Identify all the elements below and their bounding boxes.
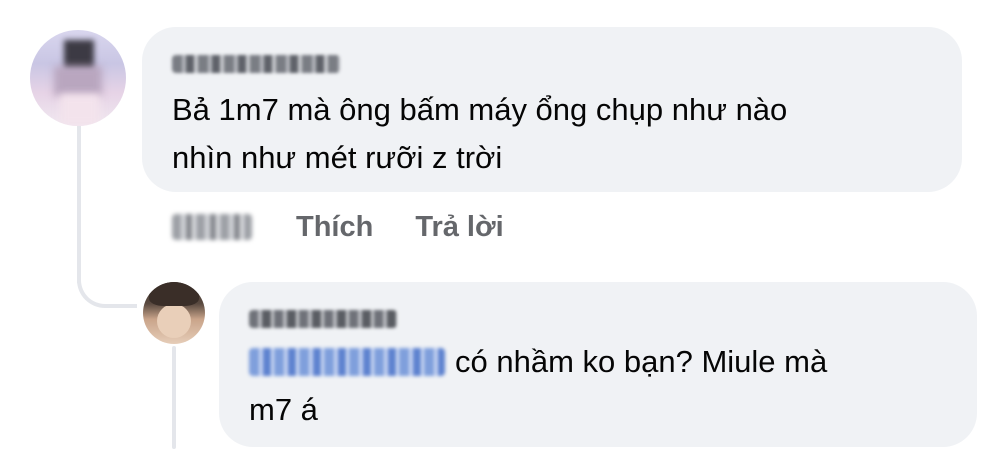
- thread-connector-curve: [77, 262, 137, 308]
- reply-button[interactable]: Trả lời: [415, 211, 503, 244]
- thread-connector-line: [77, 112, 81, 284]
- reply-bubble: có nhầm ko bạn? Miule mà m7 á: [219, 282, 977, 447]
- comment-bubble: Bả 1m7 mà ông bấm máy ổng chụp như nào n…: [142, 27, 962, 192]
- reply-text-line-2: m7 á: [249, 392, 318, 427]
- replier-name-blurred[interactable]: [249, 310, 397, 328]
- comment-actions: Thích Trả lời: [172, 205, 546, 249]
- comment-thread: Bả 1m7 mà ông bấm máy ổng chụp như nào n…: [0, 0, 1000, 449]
- avatar-hair: [149, 282, 199, 306]
- mention-tag-blurred[interactable]: [249, 348, 445, 376]
- commenter-name-blurred[interactable]: [172, 55, 340, 73]
- comment-text-line-1: Bả 1m7 mà ông bấm máy ổng chụp như nào: [172, 92, 788, 127]
- reply-text-line-1-content: có nhầm ko bạn? Miule mà: [455, 344, 828, 379]
- comment-text: Bả 1m7 mà ông bấm máy ổng chụp như nào n…: [172, 86, 787, 182]
- reply-text-line-1: có nhầm ko bạn? Miule mà: [249, 338, 827, 386]
- like-button[interactable]: Thích: [296, 211, 373, 244]
- avatar-face: [157, 304, 191, 338]
- avatar-pixel: [54, 66, 102, 96]
- reply-text: có nhầm ko bạn? Miule mà m7 á: [249, 338, 827, 434]
- comment-text-line-2: nhìn như mét rưỡi z trời: [172, 140, 503, 175]
- replier-avatar[interactable]: [143, 282, 205, 344]
- comment-timestamp-blurred[interactable]: [172, 214, 252, 240]
- reply-thread-connector-line: [172, 346, 176, 449]
- commenter-avatar[interactable]: [30, 30, 126, 126]
- avatar-pixel: [60, 94, 100, 126]
